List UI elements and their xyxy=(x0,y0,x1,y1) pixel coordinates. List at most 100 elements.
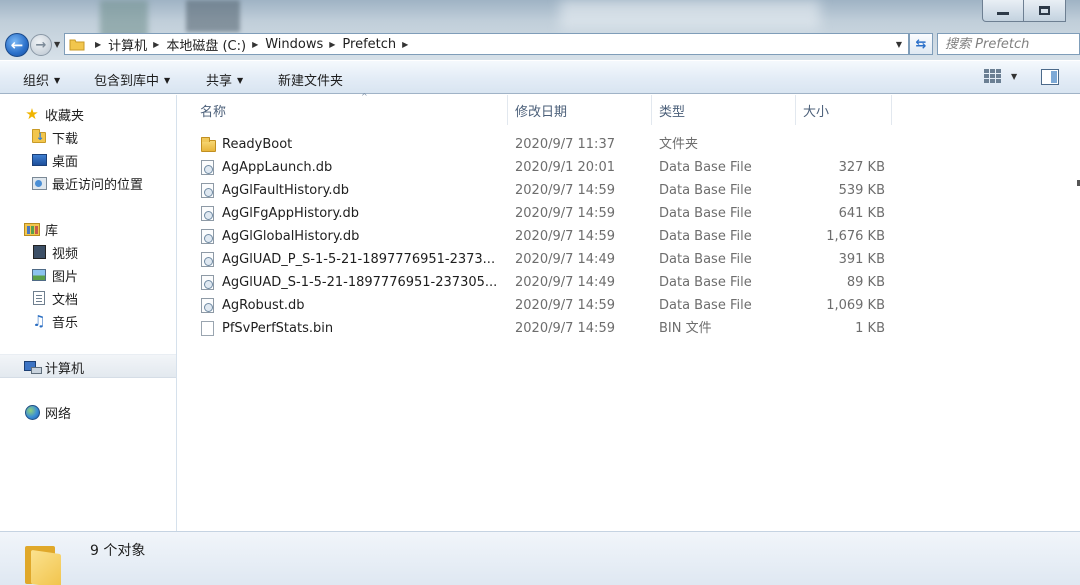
view-details-icon xyxy=(984,69,1001,83)
table-row[interactable]: AgGlFaultHistory.db 2020/9/7 14:59 Data … xyxy=(193,179,1073,202)
recent-places-icon xyxy=(31,175,47,191)
column-headers: 名称 ^ 修改日期 类型 大小 xyxy=(178,92,1080,125)
details-pane: 9 个对象 xyxy=(0,531,1080,585)
nav-item-label: 收藏夹 xyxy=(45,108,85,124)
file-name: PfSvPerfStats.bin xyxy=(222,321,334,336)
document-icon xyxy=(31,290,47,306)
picture-icon xyxy=(31,267,47,283)
file-type: Data Base File xyxy=(659,229,752,244)
column-header-label: 类型 xyxy=(659,104,686,120)
nav-item-network[interactable]: 网络 xyxy=(24,402,71,422)
new-folder-label: 新建文件夹 xyxy=(278,74,344,89)
minimize-button[interactable] xyxy=(982,0,1024,22)
nav-item-computer[interactable]: 计算机 xyxy=(24,357,84,377)
column-header-type[interactable]: 类型 xyxy=(652,95,796,125)
file-name: ReadyBoot xyxy=(222,137,293,152)
background-blur xyxy=(560,0,820,30)
nav-item-documents[interactable]: 文档 xyxy=(31,288,78,308)
table-row[interactable]: AgGlUAD_S-1-5-21-1897776951-237305... 20… xyxy=(193,271,1073,294)
organize-label: 组织 xyxy=(23,74,50,89)
maximize-icon xyxy=(1039,6,1050,15)
table-row[interactable]: AgGlUAD_P_S-1-5-21-1897776951-2373... 20… xyxy=(193,248,1073,271)
table-row[interactable]: AgAppLaunch.db 2020/9/1 20:01 Data Base … xyxy=(193,156,1073,179)
nav-item-favorites[interactable]: ★ 收藏夹 xyxy=(24,104,84,124)
file-modified: 2020/9/1 20:01 xyxy=(515,160,615,175)
preview-pane-button[interactable] xyxy=(1041,69,1059,85)
computer-icon xyxy=(24,359,42,375)
breadcrumb-separator-icon[interactable]: ▶ xyxy=(402,40,408,49)
refresh-button[interactable]: ⇆ xyxy=(909,33,933,55)
star-icon: ★ xyxy=(25,104,39,123)
db-file-icon xyxy=(201,160,214,175)
column-header-size[interactable]: 大小 xyxy=(796,95,892,125)
folder-icon xyxy=(25,542,61,585)
nav-item-pictures[interactable]: 图片 xyxy=(31,265,78,285)
nav-item-recent-places[interactable]: 最近访问的位置 xyxy=(31,173,143,193)
table-row[interactable]: ReadyBoot 2020/9/7 11:37 文件夹 xyxy=(193,133,1073,156)
table-row[interactable]: PfSvPerfStats.bin 2020/9/7 14:59 BIN 文件 … xyxy=(193,317,1073,340)
include-in-library-label: 包含到库中 xyxy=(94,74,160,89)
breadcrumb-computer[interactable]: 计算机 xyxy=(108,35,147,54)
file-modified: 2020/9/7 14:59 xyxy=(515,321,615,336)
breadcrumb-separator-icon[interactable]: ▶ xyxy=(329,40,335,49)
chevron-down-icon: ▼ xyxy=(237,76,244,85)
table-row[interactable]: AgRobust.db 2020/9/7 14:59 Data Base Fil… xyxy=(193,294,1073,317)
breadcrumb-separator-icon[interactable]: ▶ xyxy=(95,40,101,49)
back-button[interactable]: ← xyxy=(5,33,29,57)
file-name: AgGlFgAppHistory.db xyxy=(222,206,359,221)
forward-button[interactable]: → xyxy=(30,34,52,56)
organize-menu[interactable]: 组织 ▼ xyxy=(23,70,60,89)
nav-item-desktop[interactable]: 桌面 xyxy=(31,150,78,170)
column-header-date-modified[interactable]: 修改日期 xyxy=(508,95,652,125)
share-label: 共享 xyxy=(206,74,233,89)
breadcrumb-prefetch[interactable]: Prefetch xyxy=(342,37,396,52)
table-row[interactable]: AgGlGlobalHistory.db 2020/9/7 14:59 Data… xyxy=(193,225,1073,248)
nav-item-label: 下载 xyxy=(52,131,79,147)
share-menu[interactable]: 共享 ▼ xyxy=(206,70,243,89)
nav-item-videos[interactable]: 视频 xyxy=(31,242,78,262)
navigation-pane: ★ 收藏夹 ↓ 下载 桌面 最近访问的位置 库 视频 图片 文档 ♫ 音乐 计算… xyxy=(0,95,177,531)
new-folder-button[interactable]: 新建文件夹 xyxy=(278,70,343,89)
breadcrumb-windows[interactable]: Windows xyxy=(265,37,323,52)
breadcrumb-local-disk[interactable]: 本地磁盘 (C:) xyxy=(166,35,246,54)
nav-item-label: 文档 xyxy=(52,292,79,308)
breadcrumb-separator-icon[interactable]: ▶ xyxy=(153,40,159,49)
file-type: Data Base File xyxy=(659,252,752,267)
db-file-icon xyxy=(201,183,214,198)
sort-ascending-icon: ^ xyxy=(361,92,368,101)
file-size: 1,069 KB xyxy=(826,298,885,313)
nav-item-downloads[interactable]: ↓ 下载 xyxy=(31,127,78,147)
column-header-label: 修改日期 xyxy=(515,104,568,120)
file-size: 1,676 KB xyxy=(826,229,885,244)
file-list-view: 名称 ^ 修改日期 类型 大小 ReadyBoot 2020/9/7 11:37… xyxy=(178,92,1080,531)
address-history-dropdown[interactable]: ▼ xyxy=(890,34,908,54)
search-box[interactable] xyxy=(937,33,1080,55)
file-type: Data Base File xyxy=(659,160,752,175)
change-view-button[interactable]: ▼ xyxy=(984,69,1017,83)
file-name: AgRobust.db xyxy=(222,298,305,313)
breadcrumb-separator-icon[interactable]: ▶ xyxy=(252,40,258,49)
nav-item-label: 音乐 xyxy=(52,315,79,331)
db-file-icon xyxy=(201,229,214,244)
include-in-library-menu[interactable]: 包含到库中 ▼ xyxy=(94,70,170,89)
column-header-name[interactable]: 名称 ^ xyxy=(193,92,508,125)
refresh-icon: ⇆ xyxy=(915,36,927,52)
nav-item-label: 库 xyxy=(45,223,59,239)
file-type: BIN 文件 xyxy=(659,321,712,336)
search-input[interactable] xyxy=(945,36,1079,52)
address-bar[interactable]: ▶ 计算机 ▶ 本地磁盘 (C:) ▶ Windows ▶ Prefetch ▶… xyxy=(64,33,909,55)
folder-icon xyxy=(201,137,216,152)
recent-pages-dropdown[interactable]: ▼ xyxy=(54,40,60,49)
db-file-icon xyxy=(201,206,214,221)
table-row[interactable]: AgGlFgAppHistory.db 2020/9/7 14:59 Data … xyxy=(193,202,1073,225)
maximize-button[interactable] xyxy=(1024,0,1066,22)
video-icon xyxy=(31,244,47,260)
nav-item-libraries[interactable]: 库 xyxy=(24,219,58,239)
db-file-icon xyxy=(201,252,214,267)
file-modified: 2020/9/7 14:59 xyxy=(515,206,615,221)
nav-item-label: 图片 xyxy=(52,269,79,285)
network-globe-icon xyxy=(24,404,40,420)
nav-item-label: 计算机 xyxy=(45,361,85,377)
file-size: 327 KB xyxy=(838,160,885,175)
nav-item-music[interactable]: ♫ 音乐 xyxy=(31,311,78,331)
